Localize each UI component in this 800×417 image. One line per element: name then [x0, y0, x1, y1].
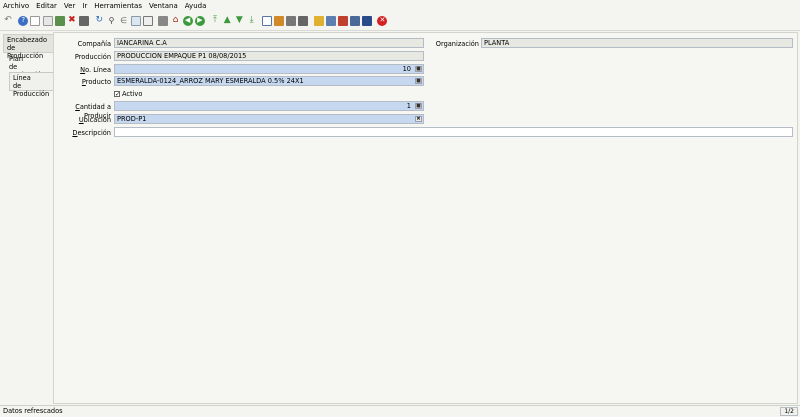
- calculator-button[interactable]: ■: [415, 66, 422, 72]
- product-field[interactable]: ESMERALDA-0124_ARROZ MARY ESMERALDA 0.5%…: [114, 76, 424, 86]
- menu-ayuda[interactable]: Ayuda: [185, 1, 207, 11]
- first-record-icon[interactable]: ⤒: [210, 16, 220, 26]
- refresh-icon[interactable]: ↻: [94, 16, 104, 26]
- print-icon[interactable]: [298, 15, 309, 26]
- menu-archivo[interactable]: Archivo: [3, 1, 29, 11]
- tab-plan-line1: Plan: [9, 55, 24, 63]
- copy-record-icon[interactable]: [42, 15, 53, 26]
- status-message: Datos refrescados: [3, 407, 63, 415]
- history-icon[interactable]: [158, 15, 169, 26]
- status-bar: Datos refrescados 1/2: [0, 405, 800, 417]
- next-record-icon[interactable]: ▼: [234, 16, 244, 26]
- last-record-icon[interactable]: ⤓: [247, 16, 257, 26]
- requests-icon[interactable]: [362, 15, 373, 26]
- print-preview-icon[interactable]: [286, 15, 297, 26]
- menu-editar[interactable]: Editar: [36, 1, 57, 11]
- active-checkbox[interactable]: ✓: [114, 91, 120, 98]
- chat-icon[interactable]: [130, 15, 141, 26]
- archive-icon[interactable]: [273, 15, 284, 26]
- report-icon[interactable]: [261, 15, 272, 26]
- delete-selection-icon[interactable]: [79, 15, 90, 26]
- org-field[interactable]: PLANTA: [481, 38, 793, 48]
- previous-record-icon[interactable]: ▲: [222, 16, 232, 26]
- tab-linea-line2: de Producción: [13, 82, 50, 98]
- locator-search-button[interactable]: ✖: [415, 116, 422, 122]
- save-icon[interactable]: [54, 15, 65, 26]
- grid-toggle-icon[interactable]: [143, 15, 154, 26]
- tab-encabezado[interactable]: Encabezado de Producción: [3, 34, 53, 60]
- toolbar: ↶ ? ✖ ↻ ⚲ ∈ ⌂ ◀ ▶ ⤒ ▲ ▼ ⤓ ✕: [0, 11, 800, 31]
- qty-field[interactable]: 1 ■: [114, 101, 424, 111]
- locator-field[interactable]: PROD-P1 ✖: [114, 114, 424, 124]
- tab-linea[interactable]: Línea de Producción: [9, 72, 53, 98]
- line-no-value: 10: [402, 65, 411, 73]
- lock-icon[interactable]: [313, 15, 324, 26]
- description-field[interactable]: [114, 127, 793, 137]
- product-search-button[interactable]: ■: [415, 78, 422, 84]
- qty-calculator-button[interactable]: ■: [415, 103, 422, 109]
- exit-icon[interactable]: ✕: [377, 15, 388, 26]
- tab-encabezado-line1: Encabezado: [7, 36, 47, 44]
- product-value: ESMERALDA-0124_ARROZ MARY ESMERALDA 0.5%…: [117, 77, 304, 85]
- production-field[interactable]: PRODUCCION EMPAQUE P1 08/08/2015: [114, 51, 424, 61]
- locator-value: PROD-P1: [117, 115, 147, 123]
- zoom-across-icon[interactable]: [325, 15, 336, 26]
- attachment-icon[interactable]: ∈: [119, 16, 129, 26]
- tab-linea-line1: Línea: [13, 74, 31, 82]
- menu-ventana[interactable]: Ventana: [149, 1, 178, 11]
- menu-bar: Archivo Editar Ver Ir Herramientas Venta…: [0, 0, 800, 11]
- line-no-label: No. Línea: [80, 66, 111, 74]
- product-label: Producto: [81, 78, 111, 86]
- menu-ir[interactable]: Ir: [82, 1, 87, 11]
- menu-ver[interactable]: Ver: [64, 1, 75, 11]
- org-label: Organización: [435, 40, 479, 48]
- new-record-icon[interactable]: [30, 15, 41, 26]
- company-field[interactable]: IANCARINA C.A: [114, 38, 424, 48]
- company-label: Compañía: [77, 40, 111, 48]
- help-icon[interactable]: ?: [18, 15, 29, 26]
- locator-label: Ubicación: [78, 116, 111, 124]
- active-label: Activo: [122, 90, 143, 98]
- undo-icon[interactable]: ↶: [3, 16, 13, 26]
- next-icon[interactable]: ▶: [194, 15, 205, 26]
- workflow-icon[interactable]: [350, 15, 361, 26]
- form-panel: Compañía IANCARINA C.A Organización PLAN…: [53, 32, 798, 404]
- product-info-icon[interactable]: [337, 15, 348, 26]
- description-label: Descripción: [72, 129, 111, 137]
- production-label: Producción: [74, 53, 111, 61]
- tab-plan[interactable]: Plan de Producción: [6, 54, 53, 79]
- tab-panel: Encabezado de Producción Plan de Producc…: [0, 32, 53, 404]
- previous-icon[interactable]: ◀: [182, 15, 193, 26]
- menu-herramientas[interactable]: Herramientas: [94, 1, 142, 11]
- delete-icon[interactable]: ✖: [67, 16, 77, 26]
- home-icon[interactable]: ⌂: [170, 16, 180, 26]
- qty-value: 1: [406, 102, 411, 110]
- line-no-field[interactable]: 10 ■: [114, 64, 424, 74]
- find-icon[interactable]: ⚲: [107, 16, 117, 26]
- record-pager[interactable]: 1/2: [780, 407, 798, 416]
